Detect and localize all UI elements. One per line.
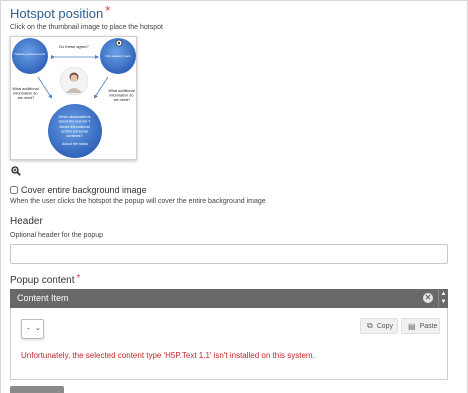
error-message: Unfortunately, the selected content type…	[21, 351, 315, 360]
chevron-up-icon[interactable]: ▲	[439, 290, 448, 298]
right-arrow	[93, 76, 109, 99]
paste-button[interactable]: ▤ Paste	[401, 318, 440, 334]
chevron-down-icon: ⌄	[35, 325, 41, 332]
add-item-button[interactable]	[10, 386, 64, 393]
header-input[interactable]	[10, 244, 448, 264]
hotspot-position-description: Click on the thumbnail image to place th…	[10, 24, 163, 31]
copy-button[interactable]: ⧉ Copy	[360, 318, 398, 334]
right-side-text: What additional information do we need?	[108, 89, 135, 102]
hotspot-position-title: Hotspot position	[10, 6, 104, 21]
cover-description: When the user clicks the hotspot the pop…	[10, 198, 266, 205]
header-label: Header	[10, 216, 43, 227]
paste-label: Paste	[419, 322, 438, 330]
hotspot-marker-dot	[117, 41, 121, 45]
right-circle-label: Non-statutory tests	[105, 54, 131, 58]
bottom-circle-text: Other observations about the learner ? A…	[58, 115, 91, 146]
left-arrow	[37, 76, 53, 99]
left-circle	[12, 38, 48, 74]
cover-row: Cover entire background image	[10, 185, 147, 195]
cover-label: Cover entire background image	[21, 185, 147, 195]
hotspot-position-heading: Hotspot position *	[10, 3, 111, 21]
cover-checkbox[interactable]	[10, 186, 18, 194]
top-question: Do these agree?	[59, 44, 89, 49]
content-item-title: Content Item	[17, 293, 69, 303]
content-item-bar[interactable]: Content Item ✕ ▲ ▼	[10, 289, 448, 308]
hotspot-thumbnail[interactable]: Statutory assessments Non-statutory test…	[10, 36, 137, 160]
close-icon[interactable]: ✕	[423, 293, 433, 303]
content-type-select[interactable]: - ⌄	[21, 319, 44, 339]
zoom-in-icon[interactable]	[11, 166, 21, 176]
thumbnail-diagram[interactable]: Statutory assessments Non-statutory test…	[11, 37, 136, 159]
copy-icon: ⧉	[367, 321, 373, 330]
select-value: -	[27, 324, 30, 333]
left-side-text: What additional information do we need?	[12, 87, 39, 100]
popup-content-label: Popup content	[10, 275, 75, 286]
popup-required-mark: *	[76, 273, 81, 284]
chevron-down-icon[interactable]: ▼	[439, 298, 448, 306]
photo-face	[70, 74, 78, 82]
paste-icon: ▤	[408, 321, 416, 331]
required-mark: *	[105, 3, 111, 18]
content-item-body: - ⌄ ⧉ Copy ▤ Paste Unfortunately, the se…	[10, 308, 448, 380]
header-description: Optional header for the popup	[10, 232, 104, 239]
order-controls: ▲ ▼	[438, 290, 448, 307]
left-circle-label: Statutory assessments	[15, 52, 46, 56]
popup-content-heading: Popup content *	[10, 273, 81, 286]
copy-label: Copy	[376, 322, 394, 330]
